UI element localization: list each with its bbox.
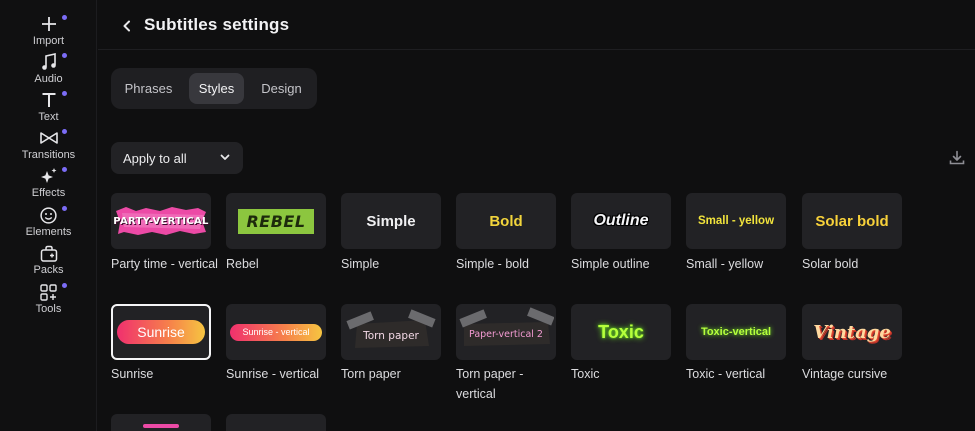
download-button[interactable] <box>949 150 967 166</box>
style-card-sunrise-vertical[interactable]: Sunrise - vertical <box>226 304 326 360</box>
sidebar-item-packs[interactable]: Packs <box>0 241 97 279</box>
sidebar-item-label: Import <box>32 35 65 47</box>
grid-icon <box>38 282 60 302</box>
tab-bar: Phrases Styles Design <box>111 68 317 109</box>
style-card-simple-bold[interactable]: Bold <box>456 193 556 249</box>
apply-dropdown-value: Apply to all <box>123 150 187 166</box>
chevron-down-icon <box>220 154 230 160</box>
notification-dot <box>62 283 67 288</box>
bag-icon <box>38 243 60 263</box>
tab-phrases[interactable]: Phrases <box>116 73 181 104</box>
style-preview-text: REBEL <box>238 208 314 234</box>
download-icon <box>949 150 965 165</box>
style-card-torn-paper-vertical[interactable]: Paper-vertical 2 <box>456 304 556 360</box>
style-preview-text: Small - yellow <box>697 215 775 227</box>
style-label: Sunrise <box>111 367 154 381</box>
chevron-left-icon <box>123 20 130 32</box>
style-label: Vintage cursive <box>802 367 888 381</box>
style-card-partial[interactable] <box>111 414 211 431</box>
bowtie-icon <box>38 128 60 148</box>
sidebar-item-label: Elements <box>25 226 72 238</box>
style-label: Party time - vertical <box>111 257 218 271</box>
style-preview-text: Sunrise - vertical <box>230 323 322 341</box>
style-preview-text: Torn paper <box>363 330 419 342</box>
tab-design[interactable]: Design <box>251 73 312 104</box>
style-preview-text: PARTY-VERTICAL <box>113 215 209 227</box>
style-label: Torn paper - vertical <box>456 367 524 401</box>
plus-icon <box>38 14 60 34</box>
partial-preview-art <box>143 424 179 428</box>
tab-styles[interactable]: Styles <box>189 73 244 104</box>
style-label: Solar bold <box>802 257 859 271</box>
style-label: Toxic - vertical <box>686 367 766 381</box>
style-card-toxic[interactable]: Toxic <box>571 304 671 360</box>
style-preview-text: Sunrise <box>117 320 205 344</box>
sidebar-item-transitions[interactable]: Transitions <box>0 126 97 164</box>
style-label: Torn paper <box>341 367 401 381</box>
style-card-party-time-vertical[interactable]: PARTY-VERTICAL <box>111 193 211 249</box>
sidebar-item-label: Packs <box>33 264 64 276</box>
style-preview-text: Simple <box>366 212 416 230</box>
notification-dot <box>62 206 67 211</box>
style-label: Simple <box>341 257 380 271</box>
style-preview-text: Bold <box>489 212 523 230</box>
style-label: Toxic <box>571 367 600 381</box>
sidebar-item-label: Audio <box>34 73 63 85</box>
sidebar-item-audio[interactable]: Audio <box>0 50 97 88</box>
style-label: Small - yellow <box>686 257 764 271</box>
style-card-toxic-vertical[interactable]: Toxic-vertical <box>686 304 786 360</box>
sidebar-item-label: Text <box>38 111 59 123</box>
notification-dot <box>62 53 67 58</box>
sidebar-item-import[interactable]: Import <box>0 12 97 50</box>
style-card-vintage-cursive[interactable]: Vintage <box>802 304 902 360</box>
style-preview-text: Paper-vertical 2 <box>469 328 543 340</box>
sidebar-item-text[interactable]: Text <box>0 88 97 126</box>
notification-dot <box>62 91 67 96</box>
style-card-sunrise[interactable]: Sunrise <box>111 304 211 360</box>
style-card-simple[interactable]: Simple <box>341 193 441 249</box>
text-icon <box>38 90 60 110</box>
style-card-rebel[interactable]: REBEL <box>226 193 326 249</box>
style-preview-text: Solar bold <box>815 212 889 230</box>
notification-dot <box>62 167 67 172</box>
style-label: Simple - bold <box>456 257 529 271</box>
music-note-icon <box>38 52 60 72</box>
style-label: Rebel <box>226 257 259 271</box>
sidebar-item-label: Tools <box>35 303 62 315</box>
sidebar-item-elements[interactable]: Elements <box>0 203 97 241</box>
sidebar-item-label: Effects <box>31 187 66 199</box>
page-title: Subtitles settings <box>144 15 290 34</box>
style-card-simple-outline[interactable]: Outline <box>571 193 671 249</box>
style-preview-text: Toxic-vertical <box>700 326 772 338</box>
sidebar: Import Audio Text Transitions Effects El <box>0 0 97 431</box>
style-preview-text: Toxic <box>598 321 644 342</box>
panel-header: Subtitles settings <box>98 0 975 50</box>
style-label: Sunrise - vertical <box>226 367 320 381</box>
back-button[interactable] <box>118 17 136 35</box>
style-card-partial[interactable] <box>226 414 326 431</box>
style-card-small-yellow[interactable]: Small - yellow <box>686 193 786 249</box>
sidebar-item-effects[interactable]: Effects <box>0 164 97 202</box>
style-preview-text: Outline <box>593 212 649 229</box>
sidebar-item-tools[interactable]: Tools <box>0 280 97 318</box>
style-label: Simple outline <box>571 257 650 271</box>
sparkle-icon <box>38 166 60 186</box>
smiley-icon <box>38 205 60 225</box>
apply-dropdown[interactable]: Apply to all <box>111 142 243 174</box>
style-card-solar-bold[interactable]: Solar bold <box>802 193 902 249</box>
notification-dot <box>62 15 67 20</box>
style-preview-text: Vintage <box>813 321 891 343</box>
style-card-torn-paper[interactable]: Torn paper <box>341 304 441 360</box>
notification-dot <box>62 129 67 134</box>
sidebar-item-label: Transitions <box>21 149 76 161</box>
